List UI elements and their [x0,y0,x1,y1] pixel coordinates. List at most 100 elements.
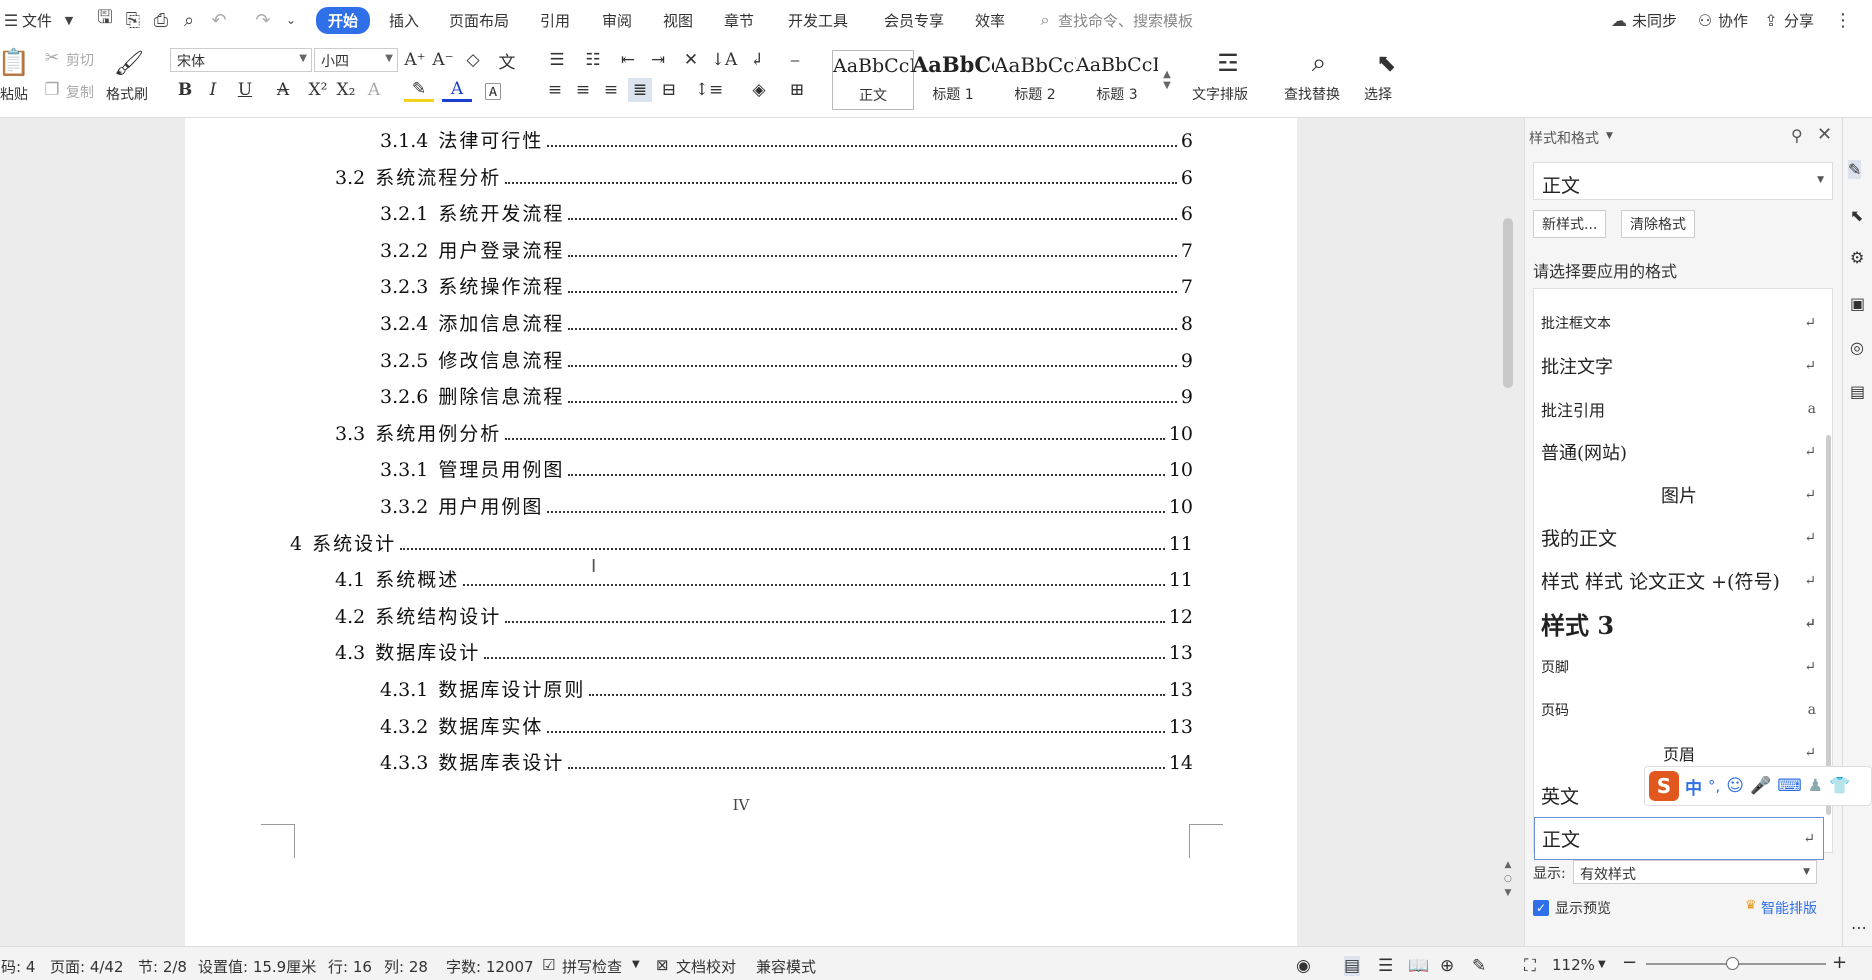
style-list-item[interactable]: 正文 ↵ [1534,817,1824,860]
style-heading-3[interactable]: AaBbCcDd 标题 3 [1076,50,1158,110]
print-icon[interactable]: ⎙ [150,9,172,31]
sync-status[interactable]: 未同步 [1632,10,1677,31]
style-list-scrollbar[interactable] [1826,435,1831,815]
toc-entry[interactable]: 3.2.6 删除信息流程 9 [380,382,1193,409]
justify-icon[interactable]: ≣ [628,78,652,102]
toc-entry[interactable]: 3.2.2 用户登录流程 7 [380,236,1193,263]
toc-entry[interactable]: 4.1 系统概述 11 [335,565,1193,592]
collaborate-button[interactable]: 协作 [1718,10,1748,31]
style-panel-toggle-icon[interactable]: ✎ [1848,160,1862,179]
grow-font-icon[interactable]: A⁺ [404,48,426,72]
scroll-thumb[interactable] [1503,218,1513,388]
toc-entry[interactable]: 3.2.3 系统操作流程 7 [380,272,1193,299]
document-icon[interactable]: ▤ [1850,382,1865,401]
bullet-list-icon[interactable]: ☰ [542,48,572,72]
select-toggle-icon[interactable]: ⬉ [1850,206,1863,225]
tab-home[interactable]: 开始 [316,7,371,34]
style-list-item[interactable]: 页脚 ↵ [1534,645,1824,688]
align-left-icon[interactable]: ≡ [544,78,566,102]
style-list-item[interactable]: 普通(网站) ↵ [1534,430,1824,473]
font-size-select[interactable]: 小四 ▼ [314,48,398,72]
shrink-font-icon[interactable]: A⁻ [432,48,454,72]
style-list-item[interactable]: 样式 3 ↵ [1534,602,1824,645]
chevron-down-icon[interactable]: ▼ [1606,131,1613,141]
paste-label[interactable]: 粘贴 [0,84,28,104]
char-border-icon[interactable]: 🄰 [482,78,504,103]
tab-references[interactable]: 引用 [540,10,570,31]
more-icon[interactable]: ⋯ [1851,918,1867,937]
close-icon[interactable]: ✕ [1817,124,1832,145]
strikethrough-icon[interactable]: A [268,78,298,102]
toc-entry[interactable]: 3.2.1 系统开发流程 6 [380,199,1193,226]
document-page[interactable]: 3.1.4 法律可行性 6 3.2 系统流程分析 6 3.2.1 系统开发流程 6 3.2.2 用户… [185,118,1297,946]
undo-icon[interactable]: ↶ [208,9,230,31]
spell-check-icon[interactable]: ☑ [542,956,555,974]
tab-page-layout[interactable]: 页面布局 [449,10,509,31]
font-name-select[interactable]: 宋体 ▼ [170,48,312,72]
reading-view-icon[interactable]: 📖 [1408,956,1429,976]
fit-page-icon[interactable]: ⛶ [1524,956,1536,976]
copy-icon[interactable]: ❐ [42,80,62,100]
share-button[interactable]: 分享 [1784,10,1814,31]
file-menu[interactable]: 文件 [22,10,52,31]
style-list-item[interactable]: 批注引用 a [1534,387,1824,430]
sogou-logo-icon[interactable]: S [1649,771,1679,801]
tab-view[interactable]: 视图 [663,10,693,31]
zoom-in-icon[interactable]: + [1832,952,1847,973]
toc-entry[interactable]: 4.3.3 数据库表设计 14 [380,748,1193,775]
status-col[interactable]: 列: 28 [384,956,428,977]
pin-icon[interactable]: ⚲ [1791,126,1803,145]
status-row[interactable]: 行: 16 [328,956,372,977]
eye-protect-icon[interactable]: ◉ [1296,956,1311,976]
scroll-up-icon[interactable] [1503,118,1511,121]
outline-view-icon[interactable]: ☰ [1378,956,1393,976]
style-normal[interactable]: AaBbCcDd 正文 [832,50,914,110]
smart-layout-button[interactable]: 智能排版 [1761,898,1817,918]
tabs-icon[interactable]: ⎯ [780,48,810,72]
preview-checkbox[interactable]: ✓ [1533,900,1549,916]
select-button[interactable]: 选择 [1364,84,1392,104]
hamburger-icon[interactable]: ☰ [0,9,22,31]
toc-entry[interactable]: 4.3.1 数据库设计原则 13 [380,675,1193,702]
cut-button[interactable]: 剪切 [66,50,94,70]
highlight-icon[interactable]: ✎ [404,78,434,102]
borders-icon[interactable]: ⊞ [782,78,812,102]
tab-insert[interactable]: 插入 [389,10,419,31]
new-style-button[interactable]: 新样式... [1533,210,1607,238]
toc-entry[interactable]: 3.3.2 用户用例图 10 [380,492,1193,519]
redo-icon[interactable]: ↷ [252,9,274,31]
toc-entry[interactable]: 3.1.4 法律可行性 6 [380,126,1193,153]
underline-icon[interactable]: U [230,78,260,102]
customize-quick-access-icon[interactable]: ⌄ [280,9,302,31]
style-list-item[interactable]: 样式 样式 论文正文 +(符号) ↵ [1534,559,1824,602]
style-list-item[interactable]: 我的正文 ↵ [1534,516,1824,559]
select-cursor-icon[interactable]: ⬉ [1372,46,1400,80]
proofread-icon[interactable]: ⊠ [656,956,669,974]
microphone-icon[interactable]: 🎤 [1750,776,1771,796]
toc-entry[interactable]: 4.3 数据库设计 13 [335,638,1193,665]
chinese-layout-icon[interactable]: ✕ [676,48,706,72]
text-effect-icon[interactable]: A [362,78,386,102]
emoji-icon[interactable]: ☺ [1726,776,1744,796]
tab-chapter[interactable]: 章节 [724,10,754,31]
format-painter-button[interactable]: 格式刷 [106,84,148,104]
status-word-count[interactable]: 字数: 12007 [446,956,534,977]
paste-icon[interactable]: 📋 [0,46,30,80]
copy-button[interactable]: 复制 [66,82,94,102]
zoom-level[interactable]: 112% [1552,956,1595,974]
distributed-icon[interactable]: ⊟ [658,78,680,102]
style-heading-1[interactable]: AaBbCcI 标题 1 [912,50,994,110]
align-center-icon[interactable]: ≡ [572,78,594,102]
web-view-icon[interactable]: ⊕ [1440,956,1454,976]
current-style-select[interactable]: 正文 ▼ [1533,162,1833,200]
format-painter-icon[interactable]: 🖌 [114,46,144,80]
sort-icon[interactable]: ↓A [711,48,738,72]
chevron-down-icon[interactable]: ▼ [1598,959,1606,970]
tab-efficiency[interactable]: 效率 [975,10,1005,31]
document-scrollbar[interactable]: ▲ ○ ▼ [1500,118,1524,946]
show-marks-icon[interactable]: ↲ [742,48,772,72]
phonetic-guide-icon[interactable]: 文 [492,48,522,73]
toc-entry[interactable]: 4.2 系统结构设计 12 [335,602,1193,629]
style-gallery-scroll-icon[interactable]: ▲ ▼ [1160,50,1174,110]
toc-entry[interactable]: 3.3.1 管理员用例图 10 [380,455,1193,482]
